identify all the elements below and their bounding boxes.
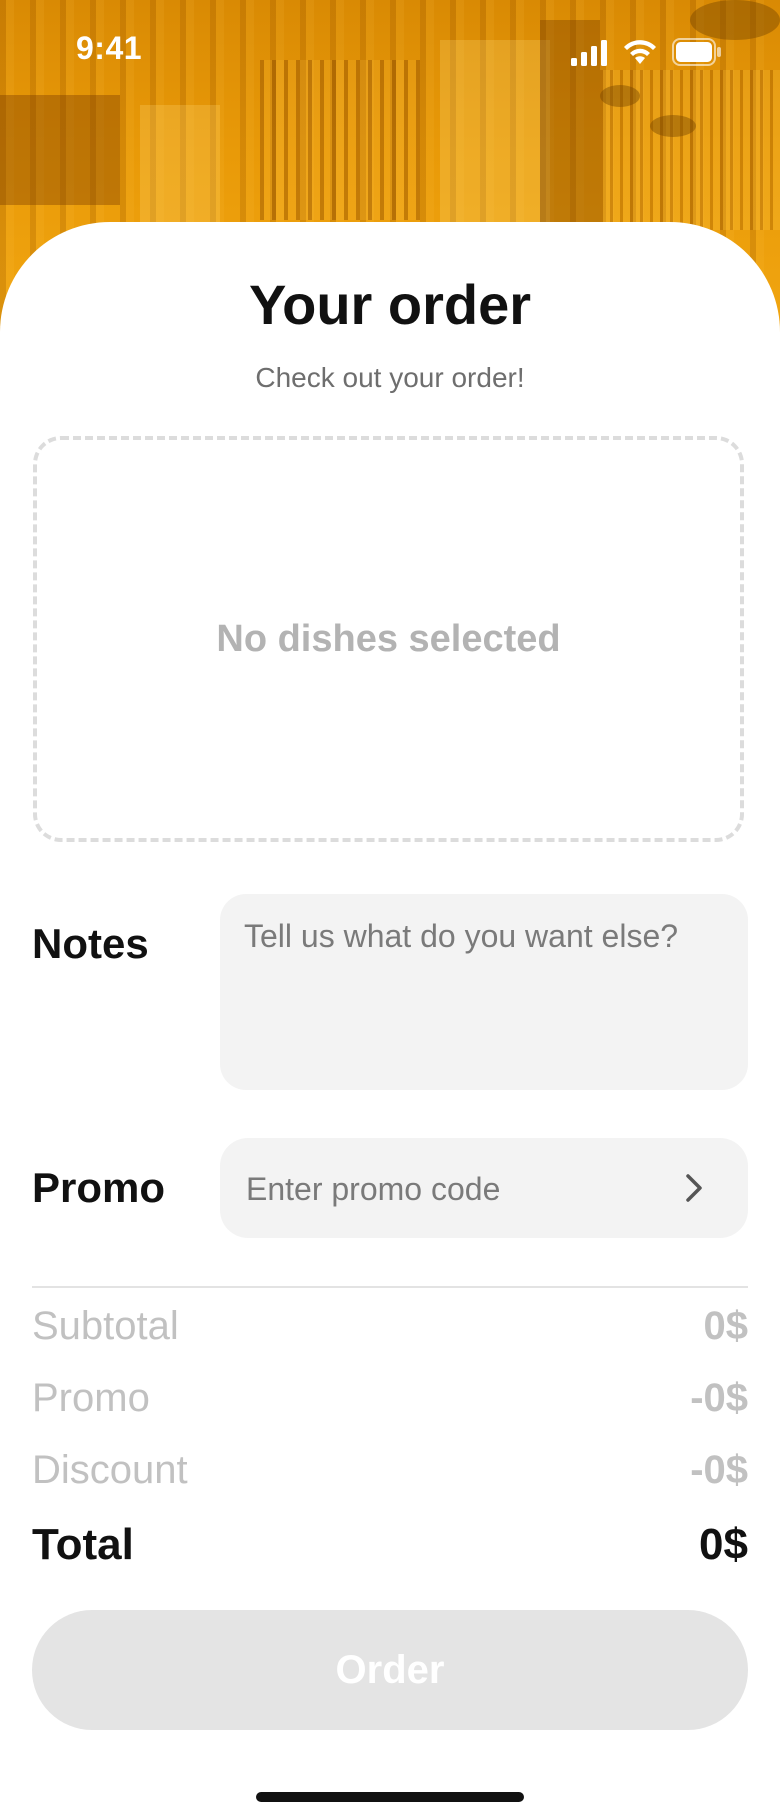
subtotal-label: Subtotal bbox=[32, 1304, 179, 1348]
notes-label: Notes bbox=[32, 920, 149, 967]
page-title: Your order bbox=[248, 273, 532, 336]
order-sheet: Your order Check out your order! No dish… bbox=[0, 222, 780, 1814]
summary-row-promo: Promo -0$ bbox=[32, 1376, 748, 1436]
signal-icon bbox=[571, 40, 607, 66]
hero-window-shape bbox=[0, 95, 120, 205]
chevron-right-icon[interactable] bbox=[684, 1172, 704, 1204]
home-indicator bbox=[256, 1792, 524, 1802]
empty-dishes-text: No dishes selected bbox=[216, 617, 561, 660]
discount-value: -0$ bbox=[690, 1448, 748, 1492]
order-button[interactable]: Order bbox=[32, 1610, 748, 1730]
status-bar: 9:41 bbox=[0, 0, 780, 100]
hero-window-shape bbox=[140, 105, 220, 225]
summary-row-total: Total 0$ bbox=[32, 1520, 748, 1580]
hero-lamp-shape bbox=[650, 115, 696, 137]
subtotal-value: 0$ bbox=[703, 1304, 749, 1348]
promo-summary-value: -0$ bbox=[690, 1376, 748, 1420]
page-subtitle: Check out your order! bbox=[255, 362, 525, 393]
promo-summary-label: Promo bbox=[32, 1376, 150, 1420]
dish-list-empty-state: No dishes selected bbox=[33, 436, 744, 842]
total-label: Total bbox=[32, 1520, 134, 1569]
total-value: 0$ bbox=[699, 1520, 748, 1569]
promo-label: Promo bbox=[32, 1164, 166, 1211]
promo-code-field[interactable] bbox=[220, 1138, 748, 1240]
summary-row-discount: Discount -0$ bbox=[32, 1448, 748, 1508]
notes-field[interactable] bbox=[220, 894, 748, 1090]
discount-label: Discount bbox=[32, 1448, 188, 1492]
summary-row-subtotal: Subtotal 0$ bbox=[32, 1304, 748, 1364]
battery-icon bbox=[672, 38, 721, 66]
promo-code-input[interactable] bbox=[244, 1138, 648, 1240]
wifi-icon bbox=[624, 40, 656, 64]
status-time: 9:41 bbox=[76, 30, 143, 66]
summary-divider bbox=[32, 1286, 748, 1288]
